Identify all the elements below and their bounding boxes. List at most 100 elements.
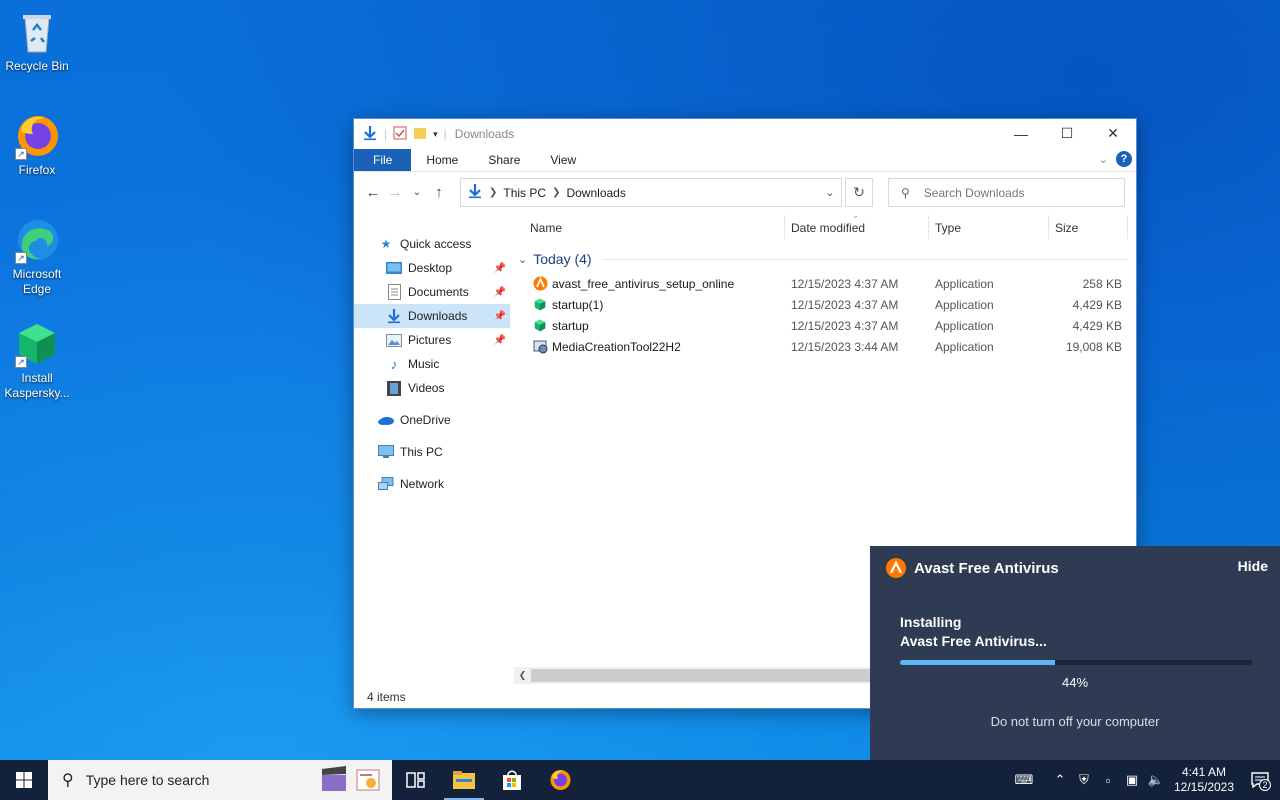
ribbon-right: ⌄ ?: [1099, 151, 1132, 167]
window-title: Downloads: [454, 127, 515, 141]
breadcrumb-downloads[interactable]: Downloads: [566, 186, 625, 200]
nav-item-downloads[interactable]: Downloads 📌: [354, 304, 510, 328]
back-arrow-icon[interactable]: ←: [362, 184, 384, 201]
table-row[interactable]: avast_free_antivirus_setup_online 12/15/…: [530, 273, 1130, 294]
clapperboard-icon: [322, 766, 346, 791]
taskbar-file-explorer[interactable]: [440, 760, 488, 800]
network-icon: [378, 476, 394, 492]
nav-item-this-pc[interactable]: This PC: [354, 440, 510, 464]
file-size: 258 KB: [1082, 276, 1122, 291]
file-date: 12/15/2023 3:44 AM: [791, 339, 899, 354]
desktop-icon-recycle-bin[interactable]: Recycle Bin: [0, 8, 74, 74]
system-tray: ⌨ ⌃ ⛨ ▫ ▣ 🔈 4:41 AM 12/15/2023 2: [1000, 760, 1280, 800]
taskbar-search-box[interactable]: ⚲ Type here to search: [48, 760, 392, 800]
pin-icon[interactable]: 📌: [494, 311, 506, 322]
title-bar[interactable]: | ▾ | Downloads — ☐ ✕: [354, 119, 1136, 149]
media-creation-tool-icon: [532, 339, 548, 355]
address-history-dropdown-icon[interactable]: ⌄: [819, 179, 841, 206]
table-row[interactable]: startup(1) 12/15/2023 4:37 AM Applicatio…: [530, 294, 1130, 315]
network-status-icon[interactable]: ▣: [1120, 772, 1144, 788]
help-icon[interactable]: ?: [1116, 151, 1132, 167]
column-divider[interactable]: [784, 215, 785, 239]
desktop-folder-icon: [386, 260, 402, 276]
tab-share[interactable]: Share: [473, 149, 535, 171]
desktop-icon-firefox[interactable]: ↗ Firefox: [0, 112, 74, 178]
nav-item-label: Desktop: [408, 261, 453, 275]
column-headers: Name Date modified ⌄ Type Size: [516, 211, 1128, 243]
breadcrumb-this-pc[interactable]: This PC: [503, 186, 546, 200]
nav-item-documents[interactable]: Documents 📌: [354, 280, 510, 304]
pin-icon[interactable]: 📌: [494, 287, 506, 298]
recycle-bin-icon: [13, 8, 61, 56]
scroll-left-icon[interactable]: ❮: [514, 667, 531, 684]
quick-access-toolbar: | ▾ |: [362, 125, 447, 144]
customize-toolbar-icon[interactable]: ▾: [433, 129, 438, 140]
pin-icon[interactable]: 📌: [494, 263, 506, 274]
shortcut-arrow-icon: ↗: [15, 356, 27, 368]
refresh-button[interactable]: ↻: [845, 178, 873, 207]
task-view-icon: [406, 772, 425, 788]
desktop-icon-kaspersky[interactable]: ↗ Install Kaspersky...: [0, 320, 74, 401]
start-button[interactable]: [0, 760, 48, 800]
clock-time: 4:41 AM: [1181, 765, 1227, 779]
windows-logo-icon: [16, 772, 32, 788]
column-header-size[interactable]: Size: [1055, 221, 1078, 235]
nav-item-videos[interactable]: Videos: [354, 376, 510, 400]
taskbar-clock[interactable]: 4:41 AM 12/15/2023: [1168, 765, 1240, 795]
column-header-name[interactable]: Name: [530, 221, 562, 235]
window-controls: — ☐ ✕: [998, 119, 1136, 148]
column-header-type[interactable]: Type: [935, 221, 961, 235]
nav-item-pictures[interactable]: Pictures 📌: [354, 328, 510, 352]
expand-ribbon-icon[interactable]: ⌄: [1099, 153, 1108, 166]
tab-home[interactable]: Home: [411, 149, 473, 171]
avast-progress-fill: [900, 660, 1055, 665]
nav-item-desktop[interactable]: Desktop 📌: [354, 256, 510, 280]
file-type: Application: [935, 276, 994, 291]
column-divider[interactable]: [1048, 215, 1049, 239]
taskbar-firefox[interactable]: [536, 760, 584, 800]
collapse-chevron-icon[interactable]: ⌄: [518, 253, 527, 266]
column-divider[interactable]: [1127, 215, 1128, 239]
avast-hide-button[interactable]: Hide: [1238, 558, 1268, 574]
up-arrow-icon[interactable]: ↑: [428, 184, 450, 201]
maximize-button[interactable]: ☐: [1044, 119, 1090, 148]
pin-icon[interactable]: 📌: [494, 335, 506, 346]
search-box[interactable]: ⚲ Search Downloads: [888, 178, 1125, 207]
action-center-button[interactable]: 2: [1240, 760, 1280, 800]
forward-arrow-icon[interactable]: →: [384, 184, 406, 201]
recent-locations-icon[interactable]: ⌄: [406, 187, 428, 198]
notification-count-badge: 2: [1259, 779, 1271, 791]
tab-view[interactable]: View: [535, 149, 591, 171]
group-header-today[interactable]: ⌄ Today (4): [518, 251, 1128, 267]
table-row[interactable]: startup 12/15/2023 4:37 AM Application 4…: [530, 315, 1130, 336]
touch-keyboard-icon[interactable]: ⌨: [1000, 772, 1048, 788]
meet-now-icon[interactable]: ▫: [1096, 773, 1120, 788]
nav-item-onedrive[interactable]: OneDrive: [354, 408, 510, 432]
volume-muted-icon[interactable]: 🔈: [1144, 772, 1168, 788]
column-header-date-modified[interactable]: Date modified: [791, 221, 865, 235]
properties-icon[interactable]: [393, 126, 407, 143]
show-hidden-icons-chevron-icon[interactable]: ⌃: [1048, 772, 1072, 788]
minimize-button[interactable]: —: [998, 119, 1044, 148]
nav-item-quick-access[interactable]: ★ Quick access: [354, 232, 510, 256]
table-row[interactable]: MediaCreationTool22H2 12/15/2023 3:44 AM…: [530, 336, 1130, 357]
taskbar-microsoft-store[interactable]: [488, 760, 536, 800]
tab-file[interactable]: File: [354, 149, 412, 171]
desktop-icon-label: Microsoft Edge: [12, 267, 62, 296]
clock-date: 12/15/2023: [1173, 780, 1235, 794]
firefox-icon: ↗: [13, 112, 61, 160]
breadcrumb-chevron-icon[interactable]: ❯: [552, 187, 560, 198]
address-bar[interactable]: ❯ This PC ❯ Downloads ⌄: [460, 178, 842, 207]
pictures-folder-icon: [386, 332, 402, 348]
task-view-button[interactable]: [392, 760, 440, 800]
desktop-icon-label: Firefox: [18, 163, 56, 177]
desktop-icon-edge[interactable]: ↗ Microsoft Edge: [0, 216, 74, 297]
new-folder-icon[interactable]: [413, 126, 427, 143]
security-shield-icon[interactable]: ⛨: [1072, 772, 1096, 788]
nav-item-music[interactable]: ♪ Music: [354, 352, 510, 376]
close-button[interactable]: ✕: [1090, 119, 1136, 148]
breadcrumb-chevron-icon[interactable]: ❯: [489, 187, 497, 198]
column-divider[interactable]: [928, 215, 929, 239]
nav-item-network[interactable]: Network: [354, 472, 510, 496]
file-type: Application: [935, 318, 994, 333]
